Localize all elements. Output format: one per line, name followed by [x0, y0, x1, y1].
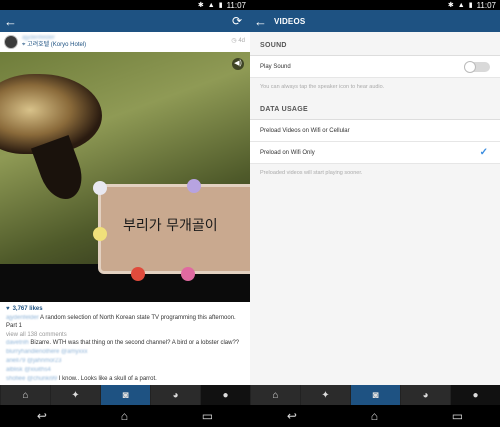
checkmark-icon: ✓ [479, 147, 488, 158]
home-icon[interactable]: ⌂ [0, 385, 50, 405]
sound-hint: You can always tap the speaker icon to h… [260, 84, 385, 90]
speaker-icon[interactable]: ◀) [232, 58, 244, 70]
camera-icon[interactable]: ◙ [350, 385, 400, 405]
comment-item: davetrilh Bizarre. WTH was that thing on… [0, 338, 250, 347]
avatar[interactable] [4, 35, 18, 49]
heart-icon: ♥ [6, 306, 10, 312]
comment-text: Bizarre. WTH was that thing on the secon… [30, 340, 240, 346]
play-sound-row[interactable]: Play Sound [250, 56, 500, 78]
comment-item: ariell79 @jahnmor23 [0, 356, 250, 365]
status-time: 11:07 [476, 0, 496, 10]
back-nav-icon[interactable]: ↩ [37, 409, 47, 423]
likes-row[interactable]: ♥ 3,767 likes [0, 302, 250, 312]
video-player[interactable]: 부리가 무개골이 ◀) [0, 52, 250, 302]
explore-icon[interactable]: ✦ [50, 385, 100, 405]
system-nav-bar: ↩ ⌂ ▭ [250, 405, 500, 427]
data-usage-section-header: DATA USAGE [250, 100, 500, 120]
post-age: 4d [238, 38, 245, 44]
back-arrow-icon[interactable]: ← [254, 14, 268, 29]
battery-icon: ▮ [468, 2, 473, 9]
flower-decoration [187, 179, 201, 193]
bottom-nav: ⌂ ✦ ◙ ◕ ● [250, 385, 500, 405]
profile-icon[interactable]: ● [450, 385, 500, 405]
recents-nav-icon[interactable]: ▭ [202, 409, 213, 423]
bottom-nav: ⌂ ✦ ◙ ◕ ● [0, 385, 250, 405]
profile-icon[interactable]: ● [200, 385, 250, 405]
activity-icon[interactable]: ◕ [400, 385, 450, 405]
post-user-block[interactable]: ajydenfelder ⌖ 고려호텔 (Koryo Hotel) [22, 35, 86, 49]
likes-count[interactable]: 3,767 likes [13, 306, 43, 312]
comment-username[interactable]: alblisk @xiuiths4 [6, 367, 51, 373]
status-bar: ✱ ▲ ▮ 11:07 [250, 0, 500, 10]
sound-section-header: SOUND [250, 36, 500, 56]
preload-wifi-cellular-option[interactable]: Preload Videos on Wifi or Cellular [250, 120, 500, 142]
comment-text: I know.. Looks like a skull of a parrot. [58, 376, 157, 382]
comment-item: alblisk @xiuiths4 [0, 365, 250, 374]
page-title: VIDEOS [274, 16, 306, 26]
data-usage-hint: Preloaded videos will start playing soon… [260, 170, 363, 176]
caption-body: A random selection of North Korean state… [6, 315, 236, 329]
preload-option-1-label: Preload Videos on Wifi or Cellular [260, 127, 350, 134]
battery-icon: ▮ [218, 2, 223, 9]
comment-username[interactable]: ariell79 @jahnmor23 [6, 358, 61, 364]
status-time: 11:07 [226, 0, 246, 10]
preload-wifi-only-option[interactable]: Preload on Wifi Only ✓ [250, 142, 500, 164]
activity-icon[interactable]: ◕ [150, 385, 200, 405]
video-frame: 부리가 무개골이 [0, 52, 250, 281]
view-all-comments-link[interactable]: view all 138 comments [0, 330, 250, 338]
bluetooth-icon: ✱ [447, 2, 454, 9]
post-username[interactable]: ajydenfelder [22, 35, 86, 42]
wifi-icon: ▲ [207, 1, 215, 9]
flower-decoration [131, 267, 145, 281]
clock-icon: ◷ [231, 38, 237, 44]
camera-icon[interactable]: ◙ [100, 385, 150, 405]
location-pin-icon: ⌖ [22, 42, 26, 48]
status-bar: ✱ ▲ ▮ 11:07 [0, 0, 250, 10]
toggle-knob [464, 61, 476, 73]
explore-icon[interactable]: ✦ [300, 385, 350, 405]
comment-item: shofiee @chunki99 I know.. Looks like a … [0, 374, 250, 383]
home-nav-icon[interactable]: ⌂ [371, 409, 378, 423]
feed-screen: ✱ ▲ ▮ 11:07 ← ⟳ ajydenfelder ⌖ 고려호텔 (Kor… [0, 0, 250, 427]
post-caption: ajydenfelder A random selection of North… [0, 312, 250, 330]
flower-decoration [93, 227, 107, 241]
recents-nav-icon[interactable]: ▭ [452, 409, 463, 423]
play-sound-toggle[interactable] [464, 61, 490, 73]
comment-item: blurryhandlenothere @amyxxx [0, 347, 250, 356]
home-nav-icon[interactable]: ⌂ [121, 409, 128, 423]
settings-app-bar: ← VIDEOS [250, 10, 500, 32]
flower-decoration [181, 267, 195, 281]
settings-screen: ✱ ▲ ▮ 11:07 ← VIDEOS SOUND Play Sound Yo… [250, 0, 500, 427]
caption-username[interactable]: ajydenfelder [6, 315, 39, 321]
comment-username[interactable]: davetrilh [6, 340, 29, 346]
system-nav-bar: ↩ ⌂ ▭ [0, 405, 250, 427]
bluetooth-icon: ✱ [197, 2, 204, 9]
preload-option-2-label: Preload on Wifi Only [260, 149, 315, 156]
back-nav-icon[interactable]: ↩ [287, 409, 297, 423]
video-caption-text: 부리가 무개골이 [123, 218, 218, 234]
comment-username[interactable]: blurryhandlenothere @amyxxx [6, 349, 87, 355]
feed-app-bar: ← ⟳ [0, 10, 250, 32]
home-icon[interactable]: ⌂ [250, 385, 300, 405]
post-header: ajydenfelder ⌖ 고려호텔 (Koryo Hotel) ◷ 4d [0, 32, 250, 52]
wifi-icon: ▲ [457, 1, 465, 9]
comment-username[interactable]: shofiee @chunki99 [6, 376, 57, 382]
video-title-card: 부리가 무개골이 [93, 179, 250, 281]
refresh-icon[interactable]: ⟳ [232, 14, 242, 28]
post-location[interactable]: 고려호텔 (Koryo Hotel) [27, 42, 86, 48]
back-arrow-icon[interactable]: ← [4, 14, 18, 29]
play-sound-label: Play Sound [260, 63, 291, 70]
flower-decoration [93, 181, 107, 195]
